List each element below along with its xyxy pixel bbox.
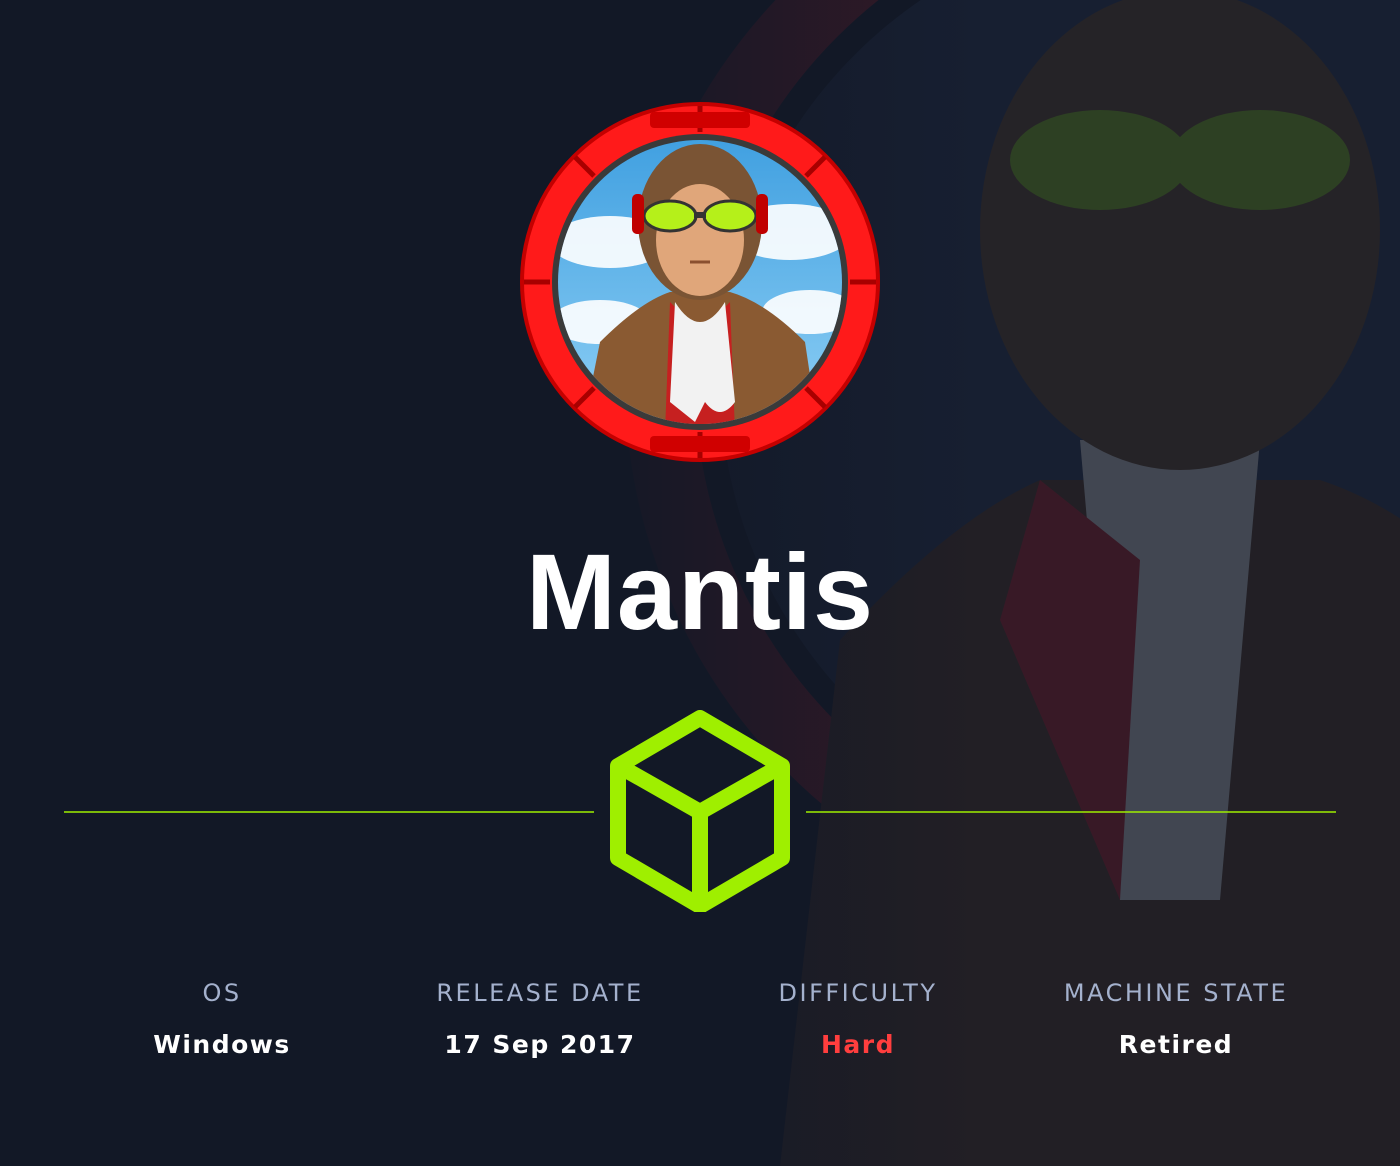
machine-state-value: Retired bbox=[1118, 1030, 1234, 1059]
aviator-avatar-icon bbox=[520, 102, 880, 462]
os-label: OS bbox=[202, 979, 242, 1007]
difficulty-label: DIFFICULTY bbox=[778, 979, 938, 1007]
release-date-label: RELEASE DATE bbox=[436, 979, 644, 1007]
stat-machine-state: MACHINE STATE Retired bbox=[1026, 976, 1326, 1062]
hackthebox-cube-icon bbox=[610, 710, 790, 912]
stat-os: OS Windows bbox=[72, 976, 372, 1062]
os-value: Windows bbox=[153, 1030, 291, 1059]
machine-name-title: Mantis bbox=[525, 531, 875, 652]
stat-difficulty: DIFFICULTY Hard bbox=[708, 976, 1008, 1062]
divider-line-left bbox=[64, 811, 594, 813]
difficulty-value: Hard bbox=[820, 1030, 896, 1059]
stat-release-date: RELEASE DATE 17 Sep 2017 bbox=[390, 976, 690, 1062]
release-date-value: 17 Sep 2017 bbox=[444, 1030, 636, 1059]
machine-state-label: MACHINE STATE bbox=[1063, 979, 1289, 1007]
divider-line-right bbox=[806, 811, 1336, 813]
